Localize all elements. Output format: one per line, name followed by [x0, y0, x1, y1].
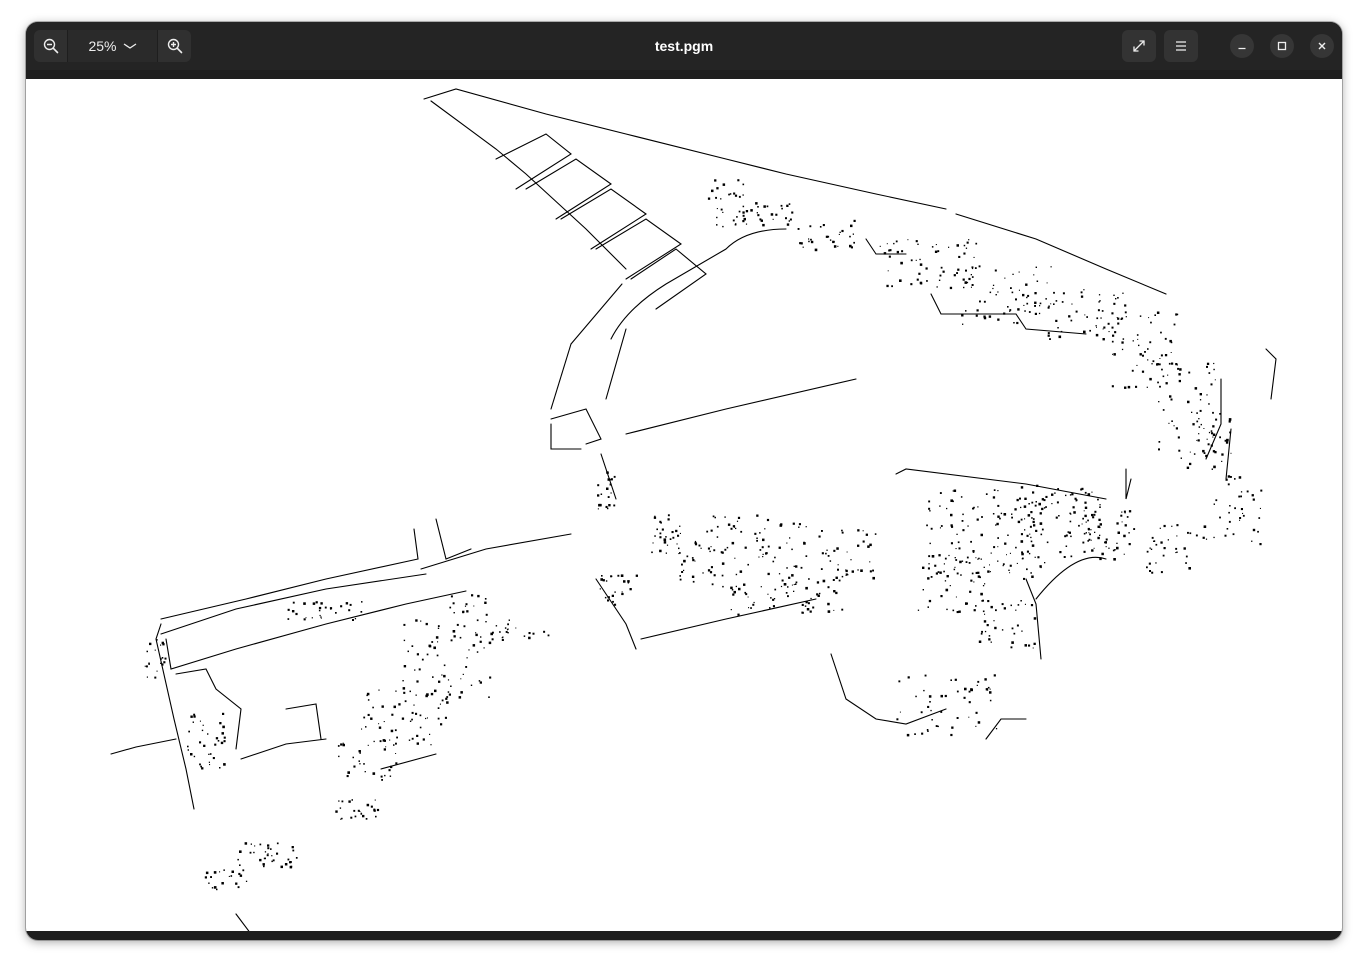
fullscreen-icon — [1133, 40, 1145, 52]
maximize-icon — [1277, 41, 1287, 51]
maximize-button[interactable] — [1270, 34, 1294, 58]
zoom-out-button[interactable] — [34, 30, 67, 62]
zoom-out-icon — [43, 38, 58, 54]
zoom-in-button[interactable] — [158, 30, 191, 62]
zoom-level-label: 25% — [88, 38, 117, 54]
chevron-down-icon — [123, 43, 136, 49]
minimize-icon — [1238, 47, 1246, 50]
close-button[interactable] — [1310, 34, 1334, 58]
hamburger-menu-icon — [1176, 41, 1186, 51]
image-viewer-window: 25% test.pgm — [26, 22, 1342, 940]
main-menu-button[interactable] — [1164, 30, 1198, 62]
zoom-controls: 25% — [34, 30, 191, 62]
minimize-button[interactable] — [1230, 34, 1254, 58]
zoom-level-dropdown[interactable]: 25% — [67, 30, 158, 62]
close-icon — [1318, 42, 1326, 50]
occupancy-map-image — [110, 88, 1277, 931]
headerbar: 25% test.pgm — [26, 22, 1342, 70]
headerbar-right-controls — [1114, 30, 1334, 62]
zoom-in-icon — [167, 38, 182, 54]
image-canvas[interactable] — [26, 79, 1342, 931]
fullscreen-button[interactable] — [1122, 30, 1156, 62]
